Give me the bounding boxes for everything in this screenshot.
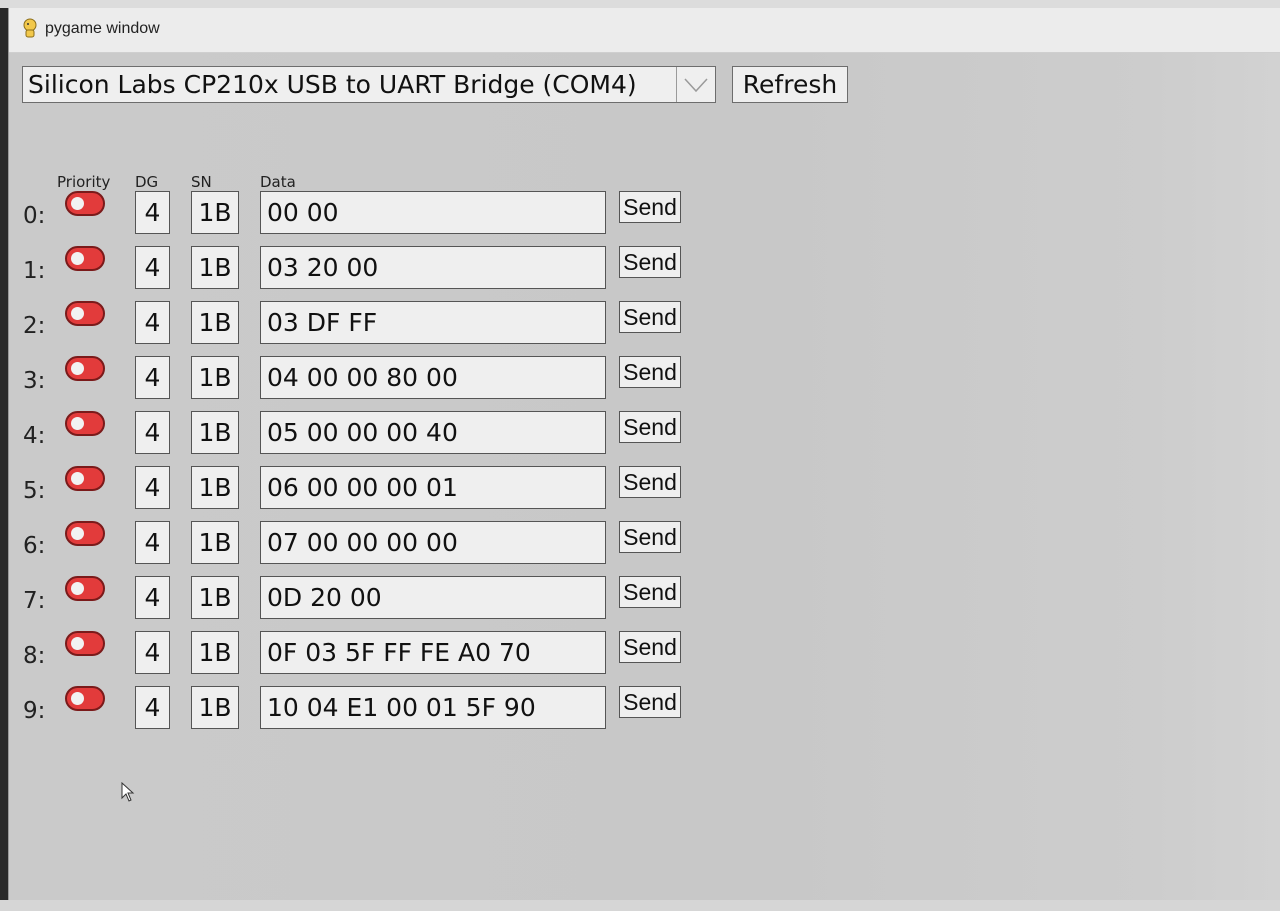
priority-toggle[interactable]: [65, 411, 105, 436]
data-field[interactable]: 03 20 00: [260, 246, 606, 289]
pygame-snake-icon: [21, 18, 39, 38]
toggle-knob: [71, 307, 84, 320]
pygame-window: pygame window Silicon Labs CP210x USB to…: [8, 8, 1280, 901]
dg-field[interactable]: 4: [135, 521, 170, 564]
dg-field[interactable]: 4: [135, 411, 170, 454]
row-index: 0:: [23, 203, 46, 229]
data-field[interactable]: 0D 20 00: [260, 576, 606, 619]
title-bar: pygame window: [9, 8, 1280, 53]
message-row: 8: 4 1B 0F 03 5F FF FE A0 70 Send: [9, 631, 709, 677]
row-index: 3:: [23, 368, 46, 394]
data-field[interactable]: 00 00: [260, 191, 606, 234]
toggle-knob: [71, 362, 84, 375]
data-field[interactable]: 04 00 00 80 00: [260, 356, 606, 399]
dg-field[interactable]: 4: [135, 576, 170, 619]
refresh-button[interactable]: Refresh: [732, 66, 848, 103]
row-index: 1:: [23, 258, 46, 284]
row-index: 7:: [23, 588, 46, 614]
row-index: 9:: [23, 698, 46, 724]
window-title: pygame window: [45, 20, 160, 37]
chevron-down-icon[interactable]: [676, 67, 715, 102]
header-priority: Priority: [57, 173, 111, 191]
row-index: 6:: [23, 533, 46, 559]
send-button[interactable]: Send: [619, 686, 681, 718]
message-row: 7: 4 1B 0D 20 00 Send: [9, 576, 709, 622]
row-index: 4:: [23, 423, 46, 449]
header-sn: SN: [191, 173, 212, 191]
data-field[interactable]: 10 04 E1 00 01 5F 90: [260, 686, 606, 729]
toggle-knob: [71, 197, 84, 210]
sn-field[interactable]: 1B: [191, 191, 239, 234]
taskbar-strip: [0, 900, 1280, 911]
send-button[interactable]: Send: [619, 356, 681, 388]
data-field[interactable]: 07 00 00 00 00: [260, 521, 606, 564]
row-index: 5:: [23, 478, 46, 504]
dg-field[interactable]: 4: [135, 466, 170, 509]
toggle-knob: [71, 527, 84, 540]
app-client-area: Silicon Labs CP210x USB to UART Bridge (…: [9, 53, 1280, 901]
serial-port-value: Silicon Labs CP210x USB to UART Bridge (…: [28, 70, 637, 99]
sn-field[interactable]: 1B: [191, 301, 239, 344]
priority-toggle[interactable]: [65, 521, 105, 546]
dg-field[interactable]: 4: [135, 246, 170, 289]
data-field[interactable]: 06 00 00 00 01: [260, 466, 606, 509]
dg-field[interactable]: 4: [135, 631, 170, 674]
dg-field[interactable]: 4: [135, 301, 170, 344]
dg-field[interactable]: 4: [135, 356, 170, 399]
message-row: 6: 4 1B 07 00 00 00 00 Send: [9, 521, 709, 567]
sn-field[interactable]: 1B: [191, 356, 239, 399]
priority-toggle[interactable]: [65, 246, 105, 271]
header-data: Data: [260, 173, 296, 191]
send-button[interactable]: Send: [619, 246, 681, 278]
header-dg: DG: [135, 173, 159, 191]
toggle-knob: [71, 582, 84, 595]
message-row: 4: 4 1B 05 00 00 00 40 Send: [9, 411, 709, 457]
data-field[interactable]: 0F 03 5F FF FE A0 70: [260, 631, 606, 674]
priority-toggle[interactable]: [65, 301, 105, 326]
row-index: 2:: [23, 313, 46, 339]
message-row: 9: 4 1B 10 04 E1 00 01 5F 90 Send: [9, 686, 709, 732]
toggle-knob: [71, 637, 84, 650]
send-button[interactable]: Send: [619, 191, 681, 223]
data-field[interactable]: 05 00 00 00 40: [260, 411, 606, 454]
message-row: 2: 4 1B 03 DF FF Send: [9, 301, 709, 347]
send-button[interactable]: Send: [619, 411, 681, 443]
dg-field[interactable]: 4: [135, 191, 170, 234]
background-window-strip: [0, 0, 1280, 8]
send-button[interactable]: Send: [619, 631, 681, 663]
serial-port-dropdown[interactable]: Silicon Labs CP210x USB to UART Bridge (…: [22, 66, 716, 103]
data-field[interactable]: 03 DF FF: [260, 301, 606, 344]
message-row: 5: 4 1B 06 00 00 00 01 Send: [9, 466, 709, 512]
priority-toggle[interactable]: [65, 631, 105, 656]
dg-field[interactable]: 4: [135, 686, 170, 729]
mouse-pointer-icon: [121, 781, 135, 806]
send-button[interactable]: Send: [619, 576, 681, 608]
row-index: 8:: [23, 643, 46, 669]
message-row: 3: 4 1B 04 00 00 80 00 Send: [9, 356, 709, 402]
sn-field[interactable]: 1B: [191, 631, 239, 674]
toggle-knob: [71, 472, 84, 485]
priority-toggle[interactable]: [65, 576, 105, 601]
send-button[interactable]: Send: [619, 521, 681, 553]
priority-toggle[interactable]: [65, 686, 105, 711]
message-row: 0: 4 1B 00 00 Send: [9, 191, 709, 237]
sn-field[interactable]: 1B: [191, 686, 239, 729]
toggle-knob: [71, 417, 84, 430]
priority-toggle[interactable]: [65, 356, 105, 381]
sn-field[interactable]: 1B: [191, 411, 239, 454]
message-row: 1: 4 1B 03 20 00 Send: [9, 246, 709, 292]
priority-toggle[interactable]: [65, 191, 105, 216]
toggle-knob: [71, 252, 84, 265]
send-button[interactable]: Send: [619, 301, 681, 333]
priority-toggle[interactable]: [65, 466, 105, 491]
sn-field[interactable]: 1B: [191, 521, 239, 564]
toggle-knob: [71, 692, 84, 705]
send-button[interactable]: Send: [619, 466, 681, 498]
sn-field[interactable]: 1B: [191, 246, 239, 289]
sn-field[interactable]: 1B: [191, 576, 239, 619]
sn-field[interactable]: 1B: [191, 466, 239, 509]
